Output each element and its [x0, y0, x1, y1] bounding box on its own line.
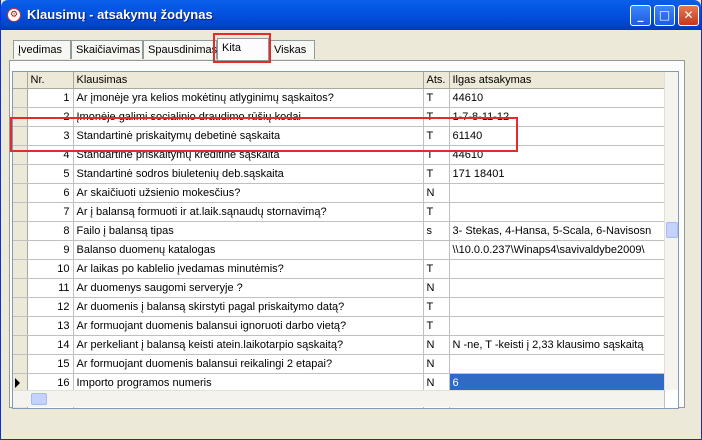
col-header-nr[interactable]: Nr.	[27, 72, 74, 89]
cell-nr[interactable]: 8	[27, 221, 74, 241]
app-icon: ⚙	[7, 8, 21, 22]
cell-klausimas[interactable]: Failo į balansą tipas	[73, 221, 424, 241]
cell-ilgas-atsakymas[interactable]	[449, 202, 665, 222]
window-title: Klausimų - atsakymų žodynas	[27, 7, 213, 22]
row-indicator[interactable]	[13, 278, 28, 298]
close-button[interactable]: ✕	[678, 5, 699, 26]
row-indicator[interactable]	[13, 164, 28, 184]
row-indicator[interactable]	[13, 297, 28, 317]
cell-klausimas[interactable]: Ar į balansą formuoti ir at.laik.sąnaudų…	[73, 202, 424, 222]
table-row[interactable]: 9 Balanso duomenų katalogas \\10.0.0.237\W…	[13, 240, 665, 260]
row-indicator[interactable]	[13, 335, 28, 355]
cell-ilgas-atsakymas[interactable]: \\10.0.0.237\Winaps4\savivaldybe2009\	[449, 240, 665, 260]
row-indicator[interactable]	[13, 202, 28, 222]
cell-klausimas[interactable]: Ar perkeliant į balansą keisti atein.lai…	[73, 335, 424, 355]
row-indicator[interactable]	[13, 259, 28, 279]
cell-ats[interactable]: N	[423, 335, 450, 355]
cell-ats[interactable]: N	[423, 354, 450, 374]
minimize-button[interactable]: _	[630, 5, 651, 26]
table-row[interactable]: 11 Ar duomenys saugomi serveryje ? N	[13, 278, 665, 298]
cell-ats[interactable]	[423, 240, 450, 260]
table-row[interactable]: 8 Failo į balansą tipas s 3- Stekas, 4-Hans…	[13, 221, 665, 241]
horizontal-scroll-thumb[interactable]	[31, 393, 47, 405]
cell-klausimas[interactable]: Ar duomenys saugomi serveryje ?	[73, 278, 424, 298]
table-row[interactable]: 7 Ar į balansą formuoti ir at.laik.sąnaud…	[13, 202, 665, 222]
row-indicator[interactable]	[13, 354, 28, 374]
tab-highlight-box	[213, 33, 271, 63]
cell-nr[interactable]: 9	[27, 240, 74, 260]
cell-nr[interactable]: 6	[27, 183, 74, 203]
table-row[interactable]: 14 Ar perkeliant į balansą keisti atein.l…	[13, 335, 665, 355]
cell-ilgas-atsakymas[interactable]	[449, 354, 665, 374]
vertical-scroll-thumb[interactable]	[666, 222, 678, 238]
cell-ilgas-atsakymas[interactable]	[449, 278, 665, 298]
vertical-scrollbar[interactable]	[664, 72, 678, 390]
cell-ats[interactable]: T	[423, 88, 450, 108]
cell-ilgas-atsakymas[interactable]	[449, 183, 665, 203]
cell-nr[interactable]: 7	[27, 202, 74, 222]
cell-ats[interactable]: T	[423, 259, 450, 279]
tab-spausdinimas[interactable]: Spausdinimas	[143, 40, 217, 59]
title-bar[interactable]: ⚙ Klausimų - atsakymų žodynas _ □ ✕	[1, 0, 701, 30]
cell-klausimas[interactable]: Ar laikas po kablelio įvedamas minutėmis…	[73, 259, 424, 279]
row-indicator[interactable]	[13, 240, 28, 260]
cell-nr[interactable]: 15	[27, 354, 74, 374]
table-row[interactable]: 12 Ar duomenis į balansą skirstyti pagal …	[13, 297, 665, 317]
cell-ats[interactable]: N	[423, 278, 450, 298]
cell-ats[interactable]: T	[423, 164, 450, 184]
cell-ilgas-atsakymas[interactable]	[449, 316, 665, 336]
cell-ats[interactable]: s	[423, 221, 450, 241]
cell-ilgas-atsakymas[interactable]	[449, 297, 665, 317]
cell-nr[interactable]: 12	[27, 297, 74, 317]
cell-nr[interactable]: 13	[27, 316, 74, 336]
col-header-ats[interactable]: Ats.	[423, 72, 450, 89]
table-row[interactable]: 10 Ar laikas po kablelio įvedamas minutėm…	[13, 259, 665, 279]
cell-ilgas-atsakymas[interactable]	[449, 259, 665, 279]
cell-klausimas[interactable]: Ar duomenis į balansą skirstyti pagal pr…	[73, 297, 424, 317]
row-indicator[interactable]	[13, 88, 28, 108]
horizontal-scrollbar[interactable]	[13, 390, 664, 407]
col-header-klausimas[interactable]: Klausimas	[73, 72, 424, 89]
row-highlight-box	[10, 117, 518, 152]
row-indicator[interactable]	[13, 221, 28, 241]
tab-ivedimas[interactable]: Įvedimas	[13, 40, 71, 59]
cell-nr[interactable]: 11	[27, 278, 74, 298]
cell-klausimas[interactable]: Ar formuojant duomenis balansui ignoruot…	[73, 316, 424, 336]
cell-klausimas[interactable]: Ar formuojant duomenis balansui reikalin…	[73, 354, 424, 374]
header-indicator	[13, 72, 28, 89]
cell-ilgas-atsakymas[interactable]: 44610	[449, 88, 665, 108]
row-indicator[interactable]	[13, 183, 28, 203]
main-window: ⚙ Klausimų - atsakymų žodynas _ □ ✕ Įved…	[0, 0, 702, 440]
cell-nr[interactable]: 1	[27, 88, 74, 108]
cell-ilgas-atsakymas[interactable]: N -ne, T -keisti į 2,33 klausimo sąskait…	[449, 335, 665, 355]
table-row[interactable]: 15 Ar formuojant duomenis balansui reikal…	[13, 354, 665, 374]
tab-skaiciavimas[interactable]: Skaičiavimas	[71, 40, 143, 59]
cell-klausimas[interactable]: Ar skaičiuoti užsienio mokesčius?	[73, 183, 424, 203]
cell-klausimas[interactable]: Ar įmonėje yra kelios mokėtinų atlyginim…	[73, 88, 424, 108]
cell-ats[interactable]: T	[423, 297, 450, 317]
cell-ilgas-atsakymas[interactable]: 3- Stekas, 4-Hansa, 5-Scala, 6-Navisosn	[449, 221, 665, 241]
current-row-pointer-icon	[15, 378, 20, 388]
table-row[interactable]: 6 Ar skaičiuoti užsienio mokesčius? N	[13, 183, 665, 203]
cell-ats[interactable]: T	[423, 202, 450, 222]
cell-ilgas-atsakymas[interactable]: 171 18401	[449, 164, 665, 184]
table-row[interactable]: 1 Ar įmonėje yra kelios mokėtinų atlygini…	[13, 88, 665, 108]
cell-nr[interactable]: 10	[27, 259, 74, 279]
table-row[interactable]: 13 Ar formuojant duomenis balansui ignoru…	[13, 316, 665, 336]
col-header-ilgas[interactable]: Ilgas atsakymas	[449, 72, 665, 89]
cell-nr[interactable]: 5	[27, 164, 74, 184]
row-indicator[interactable]	[13, 316, 28, 336]
cell-klausimas[interactable]: Standartinė sodros biuletenių deb.sąskai…	[73, 164, 424, 184]
cell-ats[interactable]: N	[423, 183, 450, 203]
tab-viskas[interactable]: Viskas	[269, 40, 315, 59]
maximize-button[interactable]: □	[654, 5, 675, 26]
cell-ats[interactable]: T	[423, 316, 450, 336]
cell-nr[interactable]: 14	[27, 335, 74, 355]
cell-klausimas[interactable]: Balanso duomenų katalogas	[73, 240, 424, 260]
table-header-row: Nr. Klausimas Ats. Ilgas atsakymas	[13, 72, 665, 89]
table-row[interactable]: 5 Standartinė sodros biuletenių deb.sąska…	[13, 164, 665, 184]
